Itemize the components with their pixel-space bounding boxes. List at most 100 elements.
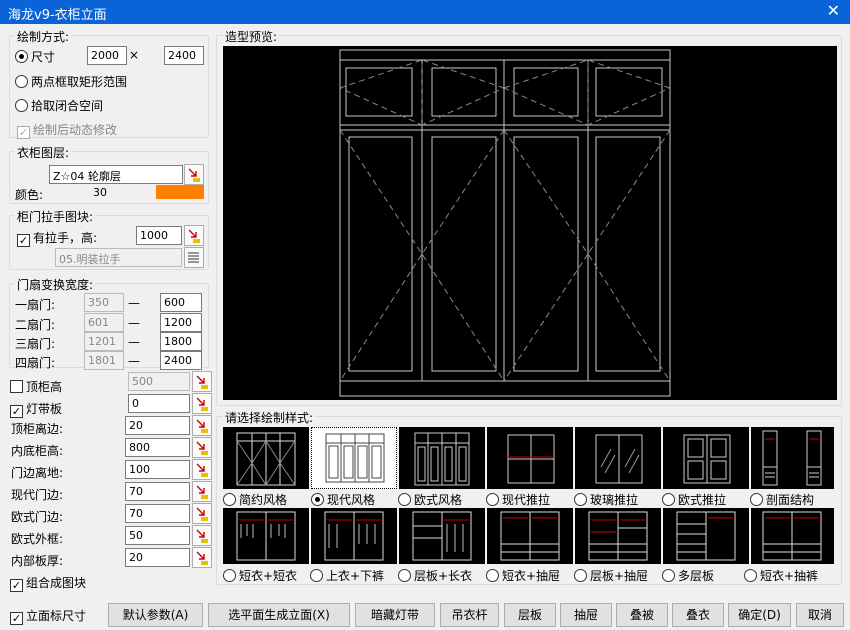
param-input[interactable]: 50	[125, 526, 190, 545]
style-radio[interactable]	[311, 493, 324, 506]
style-thumb-selected[interactable]	[311, 427, 397, 489]
radio-size[interactable]: 尺寸	[15, 48, 55, 65]
param-input[interactable]: 20	[125, 416, 190, 435]
style-radio[interactable]	[223, 569, 236, 582]
elev-dim-box[interactable]: ✓	[10, 612, 23, 625]
param-pick-button[interactable]	[192, 393, 212, 414]
param-input[interactable]: 800	[125, 438, 190, 457]
width-input[interactable]: 2000	[87, 46, 127, 65]
top-cabinet-box[interactable]	[10, 380, 23, 393]
door-max-input[interactable]: 1800	[160, 332, 202, 351]
handle-list-button[interactable]	[184, 247, 204, 268]
style-option[interactable]: 现代推拉	[486, 491, 550, 508]
light-strip-checkbox[interactable]: ✓ 灯带板	[10, 400, 62, 418]
style-option[interactable]: 上衣+下裤	[310, 567, 384, 584]
param-pick-button[interactable]	[192, 415, 212, 436]
hidden-light-button[interactable]: 暗藏灯带	[355, 603, 435, 627]
style-option-selected[interactable]: 现代风格	[311, 491, 375, 508]
style-option[interactable]: 简约风格	[223, 491, 287, 508]
style-radio[interactable]	[398, 569, 411, 582]
style-thumb[interactable]	[487, 508, 573, 564]
fold-clothes-button[interactable]: 叠衣	[672, 603, 724, 627]
shelf-button[interactable]: 层板	[504, 603, 556, 627]
light-strip-box[interactable]: ✓	[10, 405, 23, 418]
ok-button[interactable]: 确定(D)	[728, 603, 791, 627]
combine-block-box[interactable]: ✓	[10, 579, 23, 592]
style-thumb[interactable]	[223, 508, 309, 564]
cancel-button[interactable]: 取消	[796, 603, 844, 627]
style-thumb[interactable]	[663, 427, 749, 489]
style-thumb[interactable]	[751, 508, 834, 564]
elev-dim-checkbox[interactable]: ✓ 立面标尺寸	[10, 607, 86, 625]
style-radio[interactable]	[486, 569, 499, 582]
drawer-button[interactable]: 抽屉	[560, 603, 612, 627]
style-radio[interactable]	[750, 493, 763, 506]
fold-quilt-button[interactable]: 叠被	[616, 603, 668, 627]
combine-block-checkbox[interactable]: ✓ 组合成图块	[10, 574, 86, 592]
style-option[interactable]: 剖面结构	[750, 491, 814, 508]
style-radio[interactable]	[574, 493, 587, 506]
dynamic-edit-box[interactable]: ✓	[17, 126, 30, 139]
handle-height-input[interactable]: 1000	[136, 226, 182, 245]
style-thumb[interactable]	[399, 427, 485, 489]
style-option[interactable]: 层板+抽屉	[574, 567, 648, 584]
style-thumb[interactable]	[575, 508, 661, 564]
param-pick-button[interactable]	[192, 437, 212, 458]
param-input[interactable]: 70	[125, 482, 190, 501]
radio-pick-space[interactable]: 拾取闭合空间	[15, 97, 103, 114]
height-input[interactable]: 2400	[164, 46, 204, 65]
radio-two-point-dot[interactable]	[15, 75, 28, 88]
param-input[interactable]: 100	[125, 460, 190, 479]
style-radio[interactable]	[223, 493, 236, 506]
style-thumb[interactable]	[311, 508, 397, 564]
radio-size-dot[interactable]	[15, 50, 28, 63]
style-radio[interactable]	[662, 569, 675, 582]
style-option[interactable]: 短衣+抽裤	[744, 567, 818, 584]
style-option[interactable]: 欧式推拉	[662, 491, 726, 508]
door-max-input[interactable]: 1200	[160, 313, 202, 332]
style-thumb[interactable]	[663, 508, 749, 564]
style-option[interactable]: 层板+长衣	[398, 567, 472, 584]
handle-checkbox[interactable]: ✓ 有拉手，高:	[17, 229, 97, 247]
style-thumb[interactable]	[751, 427, 834, 489]
param-pick-button[interactable]	[192, 371, 212, 392]
param-pick-button[interactable]	[192, 547, 212, 568]
door-max-input[interactable]: 600	[160, 293, 202, 312]
param-input[interactable]: 20	[125, 548, 190, 567]
dynamic-edit-checkbox[interactable]: ✓ 绘制后动态修改	[17, 121, 117, 139]
param-pick-button[interactable]	[192, 503, 212, 524]
handle-check-box[interactable]: ✓	[17, 234, 30, 247]
door-max-input[interactable]: 2400	[160, 351, 202, 370]
generate-elevation-button[interactable]: 选平面生成立面(X)	[208, 603, 350, 627]
radio-two-point[interactable]: 两点框取矩形范围	[15, 73, 127, 90]
style-radio[interactable]	[398, 493, 411, 506]
layer-pick-button[interactable]	[184, 164, 204, 185]
color-swatch[interactable]	[156, 185, 204, 199]
layer-input[interactable]: Z☆04 轮廓层	[49, 165, 183, 184]
style-option[interactable]: 玻璃推拉	[574, 491, 638, 508]
style-thumb[interactable]	[223, 427, 309, 489]
top-cabinet-checkbox[interactable]: 顶柜高	[10, 378, 62, 395]
light-strip-input[interactable]: 0	[128, 394, 190, 413]
default-params-button[interactable]: 默认参数(A)	[108, 603, 203, 627]
style-thumb[interactable]	[575, 427, 661, 489]
style-thumb[interactable]	[487, 427, 573, 489]
param-pick-button[interactable]	[192, 525, 212, 546]
style-radio[interactable]	[486, 493, 499, 506]
handle-pick-button[interactable]	[184, 225, 204, 246]
style-radio[interactable]	[310, 569, 323, 582]
hanging-rod-button[interactable]: 吊衣杆	[440, 603, 499, 627]
param-pick-button[interactable]	[192, 481, 212, 502]
close-icon[interactable]: ✕	[827, 1, 840, 20]
style-option[interactable]: 短衣+抽屉	[486, 567, 560, 584]
style-radio[interactable]	[574, 569, 587, 582]
radio-pick-space-dot[interactable]	[15, 99, 28, 112]
param-input[interactable]: 70	[125, 504, 190, 523]
style-radio[interactable]	[744, 569, 757, 582]
style-option[interactable]: 欧式风格	[398, 491, 462, 508]
param-pick-button[interactable]	[192, 459, 212, 480]
style-thumb[interactable]	[399, 508, 485, 564]
style-option[interactable]: 短衣+短衣	[223, 567, 297, 584]
style-radio[interactable]	[662, 493, 675, 506]
style-option[interactable]: 多层板	[662, 567, 714, 584]
